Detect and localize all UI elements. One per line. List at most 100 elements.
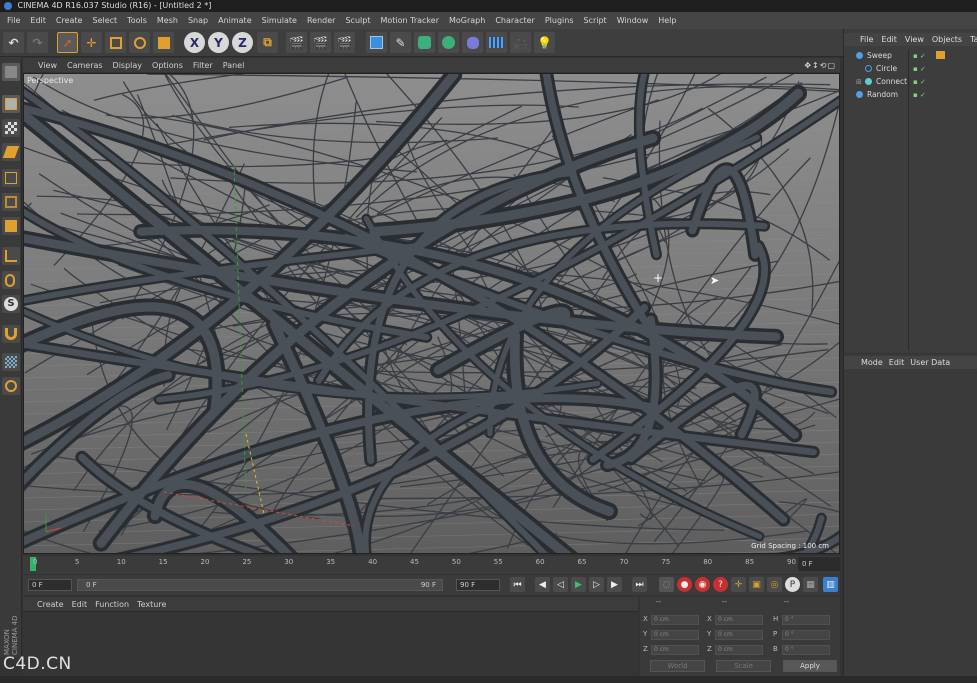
visibility-toggle[interactable]: ▪ ✓ [913, 91, 931, 100]
om-menu-tag[interactable]: Tag [966, 35, 977, 44]
go-to-end-button[interactable]: ⏭ [632, 577, 647, 592]
make-editable-button[interactable] [2, 63, 20, 81]
menu-render[interactable]: Render [302, 16, 340, 25]
key-scale-button[interactable]: ▣ [749, 577, 764, 592]
frame-range-slider[interactable]: 0 F 90 F [77, 579, 443, 591]
render-view-button[interactable]: 🎬 [286, 32, 307, 53]
om-menu-view[interactable]: View [901, 35, 928, 44]
next-frame-button[interactable]: ▷ [589, 577, 604, 592]
coordinate-system-button[interactable]: ⧉ [257, 32, 278, 53]
menu-simulate[interactable]: Simulate [257, 16, 302, 25]
coordinate-mode-select[interactable]: World [650, 660, 705, 672]
menu-help[interactable]: Help [653, 16, 681, 25]
scale-tool-button[interactable] [105, 32, 126, 53]
menu-file[interactable]: File [2, 16, 25, 25]
pos-y-field[interactable]: 0 cm [651, 630, 699, 640]
polygons-mode-button[interactable] [2, 217, 20, 235]
snap-button[interactable]: S [2, 295, 20, 313]
previous-frame-button[interactable]: ◁ [553, 577, 568, 592]
points-mode-button[interactable] [2, 169, 20, 187]
visibility-toggle[interactable]: ▪ ✓ [913, 52, 931, 61]
timeline-layout-button[interactable]: ▥ [823, 577, 838, 592]
size-mode-select[interactable]: Scale [716, 660, 771, 672]
y-axis-lock-button[interactable]: Y [208, 32, 229, 53]
model-mode-button[interactable] [2, 95, 20, 113]
material-menu-texture[interactable]: Texture [133, 600, 170, 609]
play-button[interactable]: ▶ [571, 577, 586, 592]
camera-button[interactable]: 🎥 [510, 32, 531, 53]
rot-h-field[interactable]: 0 ° [782, 615, 830, 625]
z-axis-lock-button[interactable]: Z [232, 32, 253, 53]
floor-button[interactable] [486, 32, 507, 53]
viewport-nav-icons[interactable]: ✥↕⟲▢ [799, 61, 840, 70]
perspective-viewport[interactable]: Perspective + ➤ Grid Spacing : 100 cm [23, 73, 840, 554]
menu-script[interactable]: Script [578, 16, 611, 25]
menu-mograph[interactable]: MoGraph [444, 16, 490, 25]
cube-object-button[interactable] [366, 32, 387, 53]
undo-button[interactable]: ↶ [3, 32, 24, 53]
menu-tools[interactable]: Tools [122, 16, 152, 25]
om-menu-file[interactable]: File [856, 35, 877, 44]
menu-edit[interactable]: Edit [25, 16, 51, 25]
autokey-button[interactable]: ◉ [695, 577, 710, 592]
light-button[interactable]: 💡 [534, 32, 555, 53]
visibility-toggle[interactable]: ▪ ✓ [913, 78, 931, 87]
material-tag-icon[interactable] [936, 51, 945, 59]
end-frame-field[interactable]: 90 F [456, 579, 500, 591]
redo-button[interactable]: ↷ [27, 32, 48, 53]
live-selection-button[interactable]: ➚ [57, 32, 78, 53]
recent-tool-button[interactable] [153, 32, 174, 53]
texture-mode-button[interactable] [2, 119, 20, 137]
menu-sculpt[interactable]: Sculpt [340, 16, 375, 25]
menu-mesh[interactable]: Mesh [152, 16, 183, 25]
menu-plugins[interactable]: Plugins [540, 16, 579, 25]
pos-x-field[interactable]: 0 cm [651, 615, 699, 625]
am-menu-user-data[interactable]: User Data [907, 358, 953, 367]
menu-character[interactable]: Character [490, 16, 540, 25]
material-manager-area[interactable] [23, 612, 638, 683]
menu-window[interactable]: Window [612, 16, 654, 25]
record-keyframe-button[interactable]: ● [677, 577, 692, 592]
key-rotation-button[interactable]: ◎ [767, 577, 782, 592]
rot-p-field[interactable]: 0 ° [782, 630, 830, 640]
key-position-button[interactable]: ✛ [731, 577, 746, 592]
render-settings-button[interactable]: 🎬 [334, 32, 355, 53]
apply-button[interactable]: Apply [783, 660, 837, 672]
expand-icon[interactable]: ⊞ [856, 76, 862, 88]
material-menu-function[interactable]: Function [91, 600, 133, 609]
viewport-menu-filter[interactable]: Filter [188, 61, 218, 70]
go-to-start-button[interactable]: ⏮ [510, 577, 525, 592]
workplane-grid-button[interactable] [2, 353, 20, 371]
rot-b-field[interactable]: 0 ° [782, 645, 830, 655]
axis-mode-button[interactable] [2, 247, 20, 265]
menu-animate[interactable]: Animate [213, 16, 257, 25]
size-y-field[interactable]: 0 cm [715, 630, 763, 640]
key-parameter-button[interactable]: P [785, 577, 800, 592]
menu-motion-tracker[interactable]: Motion Tracker [375, 16, 444, 25]
keyframe-selection-button[interactable]: ? [713, 577, 728, 592]
om-menu-objects[interactable]: Objects [928, 35, 966, 44]
edges-mode-button[interactable] [2, 193, 20, 211]
am-menu-edit[interactable]: Edit [886, 358, 908, 367]
size-x-field[interactable]: 0 cm [715, 615, 763, 625]
next-key-button[interactable]: ▶ [607, 577, 622, 592]
am-menu-mode[interactable]: Mode [858, 358, 886, 367]
pos-z-field[interactable]: 0 cm [651, 645, 699, 655]
move-tool-button[interactable]: ✛ [81, 32, 102, 53]
viewport-menu-cameras[interactable]: Cameras [62, 61, 108, 70]
timeline-ruler[interactable]: 0 F 0 5 10 15 20 25 30 35 40 45 50 55 60 65 70 75 80 85 90 [23, 556, 840, 574]
subdivision-surface-button[interactable] [414, 32, 435, 53]
array-button[interactable] [438, 32, 459, 53]
render-picture-viewer-button[interactable]: 🎬 [310, 32, 331, 53]
previous-key-button[interactable]: ◀ [535, 577, 550, 592]
size-z-field[interactable]: 0 cm [715, 645, 763, 655]
spline-pen-button[interactable]: ✎ [390, 32, 411, 53]
viewport-menu-view[interactable]: View [33, 61, 62, 70]
viewport-menu-options[interactable]: Options [147, 61, 188, 70]
x-axis-lock-button[interactable]: X [184, 32, 205, 53]
material-menu-edit[interactable]: Edit [68, 600, 92, 609]
material-menu-create[interactable]: Create [33, 600, 68, 609]
viewport-menu-panel[interactable]: Panel [218, 61, 250, 70]
deformer-button[interactable] [462, 32, 483, 53]
key-pla-button[interactable]: ▦ [803, 577, 818, 592]
